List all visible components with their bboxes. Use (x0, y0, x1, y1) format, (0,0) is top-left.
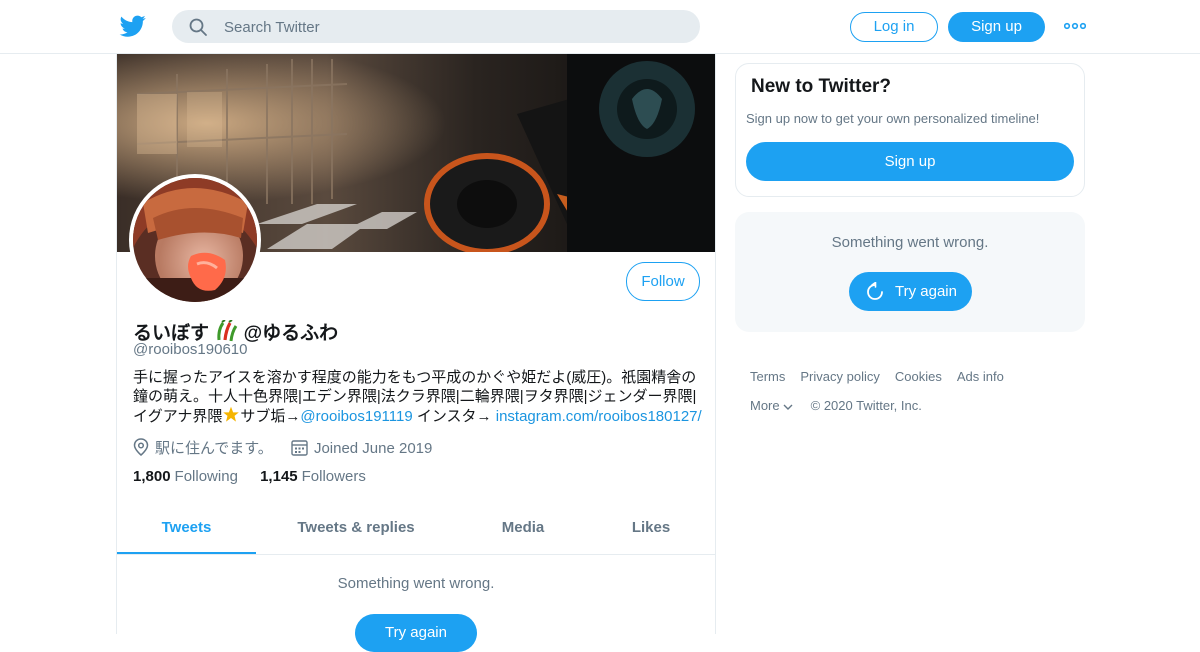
profile-handle: @rooibos190610 (133, 341, 248, 358)
followers-count: 1,145 (260, 468, 298, 485)
following-count: 1,800 (133, 468, 171, 485)
bio-mention-link[interactable]: @rooibos191119 (300, 408, 412, 425)
profile-location: 駅に住んでます。 (133, 437, 273, 458)
footer-link-terms[interactable]: Terms (750, 369, 785, 384)
bio-instagram-label: インスタ→ (412, 408, 496, 425)
joined-text: Joined June 2019 (313, 439, 433, 457)
profile-tabs: Tweets Tweets & replies Media Likes (117, 507, 715, 555)
location-pin-icon (133, 438, 149, 456)
footer-copyright: © 2020 Twitter, Inc. (810, 398, 922, 413)
sidebar-footer: Terms Privacy policy Cookies Ads info More ©… (750, 362, 1080, 420)
profile-stats: 1,800 Following 1,145 Followers (133, 468, 384, 485)
tab-media[interactable]: Media (456, 507, 590, 554)
follow-button[interactable]: Follow (626, 262, 700, 301)
timeline-error-message: Something went wrong. (337, 575, 495, 592)
top-nav-bar: Log in Sign up (0, 0, 1200, 54)
sidebar-retry-label: Try again (895, 283, 957, 300)
profile-meta: 駅に住んでます。 Joined June 2019 (133, 437, 446, 458)
login-button[interactable]: Log in (850, 12, 938, 42)
footer-link-cookies[interactable]: Cookies (895, 369, 942, 384)
chevron-down-icon (783, 404, 793, 410)
search-bar[interactable] (172, 10, 700, 45)
new-to-twitter-card: New to Twitter? Sign up now to get your … (735, 63, 1085, 197)
refresh-icon (867, 282, 883, 300)
followers-label: Followers (301, 468, 366, 485)
following-label: Following (174, 468, 238, 485)
star-emoji-icon (222, 406, 240, 425)
tab-tweets[interactable]: Tweets (117, 507, 256, 554)
new-to-twitter-subtitle: Sign up now to get your own personalized… (746, 111, 1040, 126)
sidebar-error-message: Something went wrong. (831, 234, 989, 251)
followers-stat[interactable]: 1,145 Followers (260, 468, 366, 485)
footer-more-link[interactable]: More (750, 398, 794, 413)
profile-column: Follow るいぼす @ゆるふわ @rooibos190610 手に握ったアイ… (116, 54, 716, 652)
footer-more-label: More (750, 398, 780, 413)
timeline-retry-button[interactable]: Try again (355, 614, 477, 652)
footer-link-ads-info[interactable]: Ads info (957, 369, 1004, 384)
footer-links-row: Terms Privacy policy Cookies Ads info (750, 362, 1080, 391)
twitter-bird-icon[interactable] (119, 13, 147, 39)
more-dots-icon[interactable] (1063, 18, 1087, 34)
tab-likes[interactable]: Likes (590, 507, 712, 554)
profile-joined: Joined June 2019 (291, 439, 432, 457)
footer-link-privacy[interactable]: Privacy policy (800, 369, 879, 384)
calendar-icon (291, 439, 308, 456)
following-stat[interactable]: 1,800 Following (133, 468, 238, 485)
new-to-twitter-title: New to Twitter? (751, 76, 892, 97)
sidebar-error-card: Something went wrong. Try again (735, 212, 1085, 332)
sidebar-retry-button[interactable]: Try again (849, 272, 972, 311)
search-icon (188, 17, 208, 37)
profile-bio: 手に握ったアイスを溶かす程度の能力をもつ平成のかぐや姫だよ(威圧)。祇園精舎の鐘… (133, 368, 703, 426)
footer-second-row: More © 2020 Twitter, Inc. (750, 391, 1080, 420)
tab-tweets-replies[interactable]: Tweets & replies (256, 507, 456, 554)
display-name-suffix: @ゆるふわ (243, 323, 339, 344)
bio-subaccount-label: サブ垢→ (240, 408, 301, 425)
sidebar-signup-button[interactable]: Sign up (746, 142, 1074, 181)
bio-instagram-link[interactable]: instagram.com/rooibos180127/ (496, 408, 702, 425)
profile-avatar[interactable] (129, 174, 261, 306)
signup-button[interactable]: Sign up (948, 12, 1045, 42)
search-input[interactable] (222, 10, 686, 45)
location-text: 駅に住んでます。 (155, 440, 273, 457)
